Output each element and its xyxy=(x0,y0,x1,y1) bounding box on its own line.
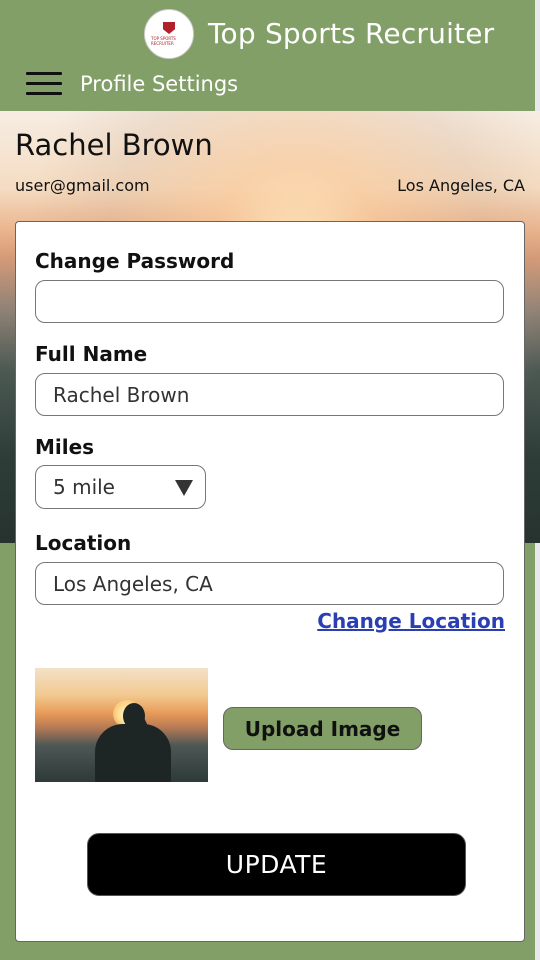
upload-image-button[interactable]: Upload Image xyxy=(223,707,422,750)
menu-line xyxy=(26,72,62,75)
menu-line xyxy=(26,82,62,85)
fullname-label: Full Name xyxy=(35,342,148,366)
miles-select[interactable]: 5 mile xyxy=(35,465,206,509)
miles-selected-value: 5 mile xyxy=(53,475,115,499)
profile-name: Rachel Brown xyxy=(15,128,213,162)
dropdown-arrow-icon xyxy=(175,480,193,496)
password-field[interactable] xyxy=(35,280,504,323)
location-field[interactable]: Los Angeles, CA xyxy=(35,562,504,605)
profile-image-thumbnail xyxy=(35,668,208,782)
logo-emblem: TOP SPORTS RECRUITER xyxy=(151,16,187,52)
miles-label: Miles xyxy=(35,435,95,459)
change-location-link[interactable]: Change Location xyxy=(317,609,505,633)
update-button[interactable]: UPDATE xyxy=(87,833,466,896)
shield-icon xyxy=(163,22,175,34)
fullname-field[interactable]: Rachel Brown xyxy=(35,373,504,416)
profile-location: Los Angeles, CA xyxy=(397,176,525,195)
menu-line xyxy=(26,92,62,95)
app-title: Top Sports Recruiter xyxy=(208,17,495,50)
person-head xyxy=(123,703,145,729)
password-label: Change Password xyxy=(35,249,235,273)
page-title: Profile Settings xyxy=(80,72,239,96)
location-label: Location xyxy=(35,531,132,555)
profile-email: user@gmail.com xyxy=(15,176,150,195)
logo-text: TOP SPORTS RECRUITER xyxy=(151,36,176,46)
app-logo: TOP SPORTS RECRUITER xyxy=(144,9,194,59)
app-header: TOP SPORTS RECRUITER Top Sports Recruite… xyxy=(0,0,535,111)
person-silhouette xyxy=(95,724,171,782)
menu-icon[interactable] xyxy=(26,70,62,98)
